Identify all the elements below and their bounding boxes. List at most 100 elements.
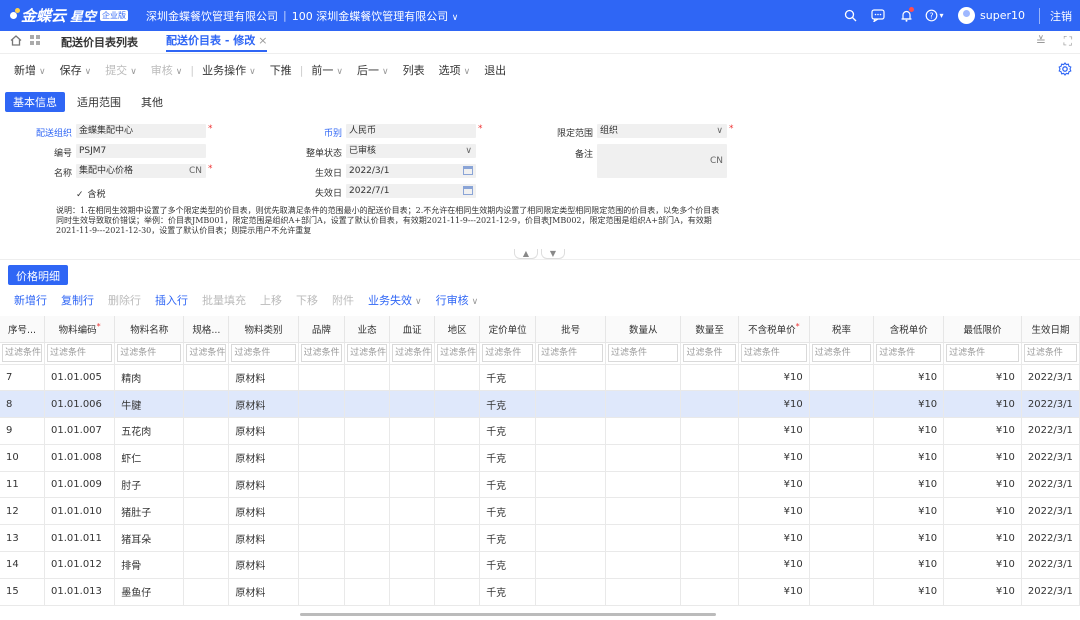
cell-tax_price[interactable]: ¥10 (873, 551, 945, 579)
org-field[interactable]: 金蝶集配中心 (76, 124, 206, 138)
copy-row-button[interactable]: 复制行 (61, 292, 94, 308)
filter-input[interactable]: 过滤条件 (608, 344, 679, 362)
cell-name[interactable]: 猪肚子 (114, 497, 185, 526)
cell-empty[interactable] (389, 497, 436, 526)
cell-code[interactable]: 01.01.012 (44, 551, 116, 579)
cell-empty[interactable] (535, 364, 607, 392)
cell-empty[interactable] (605, 390, 682, 419)
cell-cat[interactable]: 原材料 (228, 444, 299, 472)
cell-empty[interactable] (298, 390, 346, 419)
cell-min_price[interactable]: ¥10 (943, 444, 1022, 472)
cell-empty[interactable] (298, 551, 346, 579)
cell-date[interactable]: 2022/3/1 (1021, 578, 1080, 606)
column-header[interactable]: 数量至 (680, 316, 739, 343)
filter-input[interactable]: 过滤条件 (392, 344, 433, 362)
cell-name[interactable]: 肘子 (114, 471, 185, 499)
cell-code[interactable]: 01.01.011 (44, 524, 116, 553)
cell-empty[interactable] (680, 524, 739, 553)
cell-empty[interactable] (344, 390, 391, 419)
cell-price[interactable]: ¥10 (738, 471, 810, 499)
horizontal-scrollbar[interactable] (300, 613, 716, 616)
calendar-icon[interactable] (463, 186, 473, 195)
cell-empty[interactable] (434, 578, 481, 606)
cell-code[interactable]: 01.01.008 (44, 444, 116, 472)
cell-price[interactable]: ¥10 (738, 551, 810, 579)
cell-empty[interactable] (535, 417, 607, 445)
filter-input[interactable]: 过滤条件 (683, 344, 736, 362)
currency-field[interactable]: 人民币 (346, 124, 476, 138)
filter-input[interactable]: 过滤条件 (231, 344, 296, 362)
cell-empty[interactable] (535, 524, 607, 553)
cell-price[interactable]: ¥10 (738, 417, 810, 445)
cell-empty[interactable] (183, 578, 230, 606)
cell-unit[interactable]: 千克 (479, 444, 537, 472)
cell-price[interactable]: ¥10 (738, 578, 810, 606)
filter-input[interactable]: 过滤条件 (117, 344, 182, 362)
column-header[interactable]: 物料编码* (44, 316, 116, 343)
cell-empty[interactable] (434, 417, 481, 445)
column-header[interactable]: 生效日期 (1021, 316, 1080, 343)
cell-empty[interactable] (809, 364, 875, 392)
filter-input[interactable]: 过滤条件 (47, 344, 113, 362)
cell-cat[interactable]: 原材料 (228, 524, 299, 553)
cell-min_price[interactable]: ¥10 (943, 524, 1022, 553)
cell-empty[interactable] (389, 524, 436, 553)
cell-empty[interactable] (183, 444, 230, 472)
tab-scope[interactable]: 适用范围 (69, 92, 129, 112)
cell-min_price[interactable]: ¥10 (943, 390, 1022, 419)
cell-date[interactable]: 2022/3/1 (1021, 444, 1080, 472)
cell-name[interactable]: 五花肉 (114, 417, 185, 445)
effective-date-field[interactable]: 2022/3/1 (346, 164, 476, 178)
table-row[interactable]: 13 01.01.011 猪耳朵 原材料 千克 ¥10 ¥10 ¥10 2022/3/1 (0, 524, 1080, 553)
name-field[interactable]: 集配中心价格 CN (76, 164, 206, 178)
search-icon[interactable] (839, 0, 861, 31)
cell-code[interactable]: 01.01.005 (44, 364, 116, 392)
cell-name[interactable]: 虾仁 (114, 444, 185, 472)
cell-empty[interactable] (389, 390, 436, 419)
cell-empty[interactable] (434, 364, 481, 392)
cell-cat[interactable]: 原材料 (228, 417, 299, 445)
row-audit-button[interactable]: 行审核 ∨ (436, 292, 479, 308)
cell-seq[interactable]: 14 (0, 551, 46, 579)
cell-empty[interactable] (389, 471, 436, 499)
cell-seq[interactable]: 12 (0, 497, 46, 526)
cell-empty[interactable] (434, 444, 481, 472)
cell-name[interactable]: 牛腱 (114, 390, 185, 419)
cell-code[interactable]: 01.01.006 (44, 390, 116, 419)
cell-empty[interactable] (183, 390, 230, 419)
table-row[interactable]: 12 01.01.010 猪肚子 原材料 千克 ¥10 ¥10 ¥10 2022/3/1 (0, 497, 1080, 526)
tab-other[interactable]: 其他 (133, 92, 171, 112)
cell-empty[interactable] (605, 551, 682, 579)
cell-name[interactable]: 猪耳朵 (114, 524, 185, 553)
collapse-down-icon[interactable]: ▼ (541, 249, 565, 259)
table-row[interactable]: 9 01.01.007 五花肉 原材料 千克 ¥10 ¥10 ¥10 2022/3/1 (0, 417, 1080, 445)
cell-name[interactable]: 墨鱼仔 (114, 578, 185, 606)
cell-min_price[interactable]: ¥10 (943, 364, 1022, 392)
cell-empty[interactable] (680, 417, 739, 445)
cell-empty[interactable] (298, 578, 346, 606)
audit-button[interactable]: 审核 ∨ (151, 62, 183, 78)
cell-cat[interactable]: 原材料 (228, 471, 299, 499)
column-header[interactable]: 血证 (389, 316, 436, 343)
column-header[interactable]: 不含税单价* (738, 316, 810, 343)
new-button[interactable]: 新增 ∨ (14, 62, 46, 78)
collapse-up-icon[interactable]: ▲ (514, 249, 538, 259)
code-field[interactable]: PSJM7 (76, 144, 206, 158)
table-row[interactable]: 11 01.01.009 肘子 原材料 千克 ¥10 ¥10 ¥10 2022/3/1 (0, 471, 1080, 499)
cell-empty[interactable] (535, 471, 607, 499)
cell-empty[interactable] (344, 417, 391, 445)
cell-empty[interactable] (298, 364, 346, 392)
column-header[interactable]: 含税单价 (873, 316, 945, 343)
tab-price-detail[interactable]: 价格明细 (8, 265, 68, 285)
cell-price[interactable]: ¥10 (738, 497, 810, 526)
cell-empty[interactable] (434, 471, 481, 499)
cell-empty[interactable] (809, 524, 875, 553)
bell-icon[interactable] (895, 0, 917, 31)
cell-empty[interactable] (434, 390, 481, 419)
cell-empty[interactable] (809, 551, 875, 579)
cell-cat[interactable]: 原材料 (228, 390, 299, 419)
cell-empty[interactable] (680, 471, 739, 499)
cell-empty[interactable] (344, 578, 391, 606)
cell-empty[interactable] (344, 444, 391, 472)
column-header[interactable]: 业态 (344, 316, 391, 343)
